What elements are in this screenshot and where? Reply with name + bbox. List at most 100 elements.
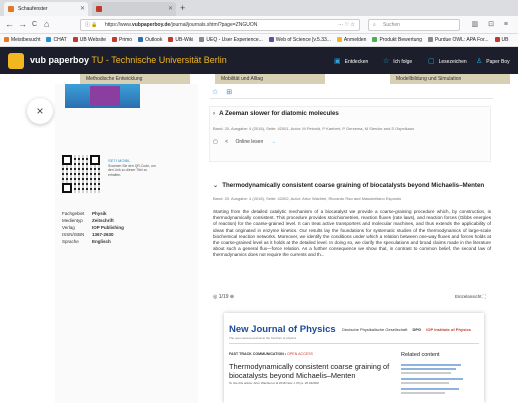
chevron-right-icon[interactable]: › <box>213 110 215 117</box>
journal-name: New Journal of Physics <box>229 324 336 335</box>
nav-lesezeichen[interactable]: ▢ Lesezeichen <box>428 57 467 65</box>
brand-name: vub paperboy <box>30 55 90 65</box>
toolbar-icons[interactable]: ▥ ⊡ ≡ <box>472 20 512 28</box>
tab-title: Schaufenster <box>18 6 48 12</box>
meta-value: 1367-2630 <box>92 232 114 237</box>
bookmark-label: Purdue OWL: APA For... <box>434 37 489 43</box>
bookmark-item[interactable]: Primo <box>112 34 133 46</box>
site-brand: vub paperboy TU - Technische Universität… <box>30 55 227 65</box>
fullscreen-toggle[interactable]: Einzelansicht ⛶ <box>455 294 486 299</box>
bookmark-label: Web of Science [v.5.33... <box>275 37 331 43</box>
category-tile[interactable]: Modellbildung und Simulation <box>390 74 510 84</box>
related-link[interactable] <box>401 378 463 380</box>
star-icon[interactable]: ☆ <box>212 89 218 96</box>
article-title[interactable]: ⌄ Thermodynamically consistent coarse gra… <box>213 182 484 189</box>
url-prefix: https://www. <box>105 22 132 28</box>
nav-paper-boy[interactable]: ♙ Paper Boy <box>476 57 510 65</box>
bookmark-icon: ▢ <box>428 58 435 65</box>
publisher-logos: Deutsche Physikalische Gesellschaft DPG … <box>342 327 471 332</box>
search-icon: ⌕ <box>373 22 376 28</box>
meta-value: Physik <box>92 211 107 216</box>
bookmark-favicon-icon <box>72 37 78 42</box>
new-tab-button[interactable]: + <box>180 3 185 13</box>
journal-tagline: The open access journal at the forefront… <box>229 336 297 340</box>
bookmark-favicon-icon <box>112 37 118 42</box>
related-link[interactable] <box>401 368 456 370</box>
bookmark-item[interactable]: UB-Wiki <box>168 34 193 46</box>
meta-value: Englisch <box>92 239 111 244</box>
zoom-icon[interactable]: ⊕ <box>230 294 234 300</box>
qr-finder <box>62 183 72 193</box>
search-input[interactable]: ⌕ Suchen <box>368 19 460 31</box>
bookmark-label: Meistbesucht <box>11 37 41 43</box>
pdf-citation: To cite this article: Artur Wachtel et a… <box>229 381 319 385</box>
discover-icon: ▣ <box>334 58 341 65</box>
bookmark-label: UB <box>501 37 509 43</box>
bookmark-item[interactable]: UB Website <box>72 34 106 46</box>
site-header: vub paperboy TU - Technische Universität… <box>0 47 518 74</box>
bookmark-favicon-icon <box>268 37 274 42</box>
reload-button[interactable]: C <box>32 19 37 30</box>
related-meta <box>401 372 451 374</box>
article-toolbar: ☆ ⊞ <box>212 88 232 96</box>
bookmark-label: UEQ - User Experience... <box>206 37 263 43</box>
forward-button[interactable]: → <box>18 19 27 30</box>
bookmark-item[interactable]: Web of Science [v.5.33... <box>268 34 331 46</box>
bookmark-label: Outlook <box>145 37 163 43</box>
meta-key: Medientyp <box>62 218 83 223</box>
bookmark-icon[interactable]: ▢ <box>213 139 218 145</box>
divider <box>229 343 479 344</box>
url-domain: vubpaperboy.de <box>131 22 171 28</box>
meta-key: Sprache <box>62 239 79 244</box>
qr-title: SETI MOBIL <box>108 158 131 163</box>
back-button[interactable]: ← <box>5 19 14 30</box>
chevron-down-icon[interactable]: ⌄ <box>213 182 218 189</box>
related-link[interactable] <box>401 388 459 390</box>
browser-tab-bar: Schaufenster ✕ ✕ + <box>0 0 518 16</box>
site-info-icon[interactable]: ⓘ 🔒 <box>85 20 98 30</box>
bookmark-item[interactable]: UEQ - User Experience... <box>199 34 263 46</box>
close-tab-icon[interactable]: ✕ <box>168 2 173 16</box>
category-tile[interactable]: Mobilität und Alltag <box>215 74 325 84</box>
article-meta: Band: 20, Ausgabe: 4 (2018), Seite: 4200… <box>213 126 415 131</box>
bookmark-item[interactable]: Outlook <box>138 34 163 46</box>
nav-ich-folge[interactable]: ☆ Ich folge <box>383 57 412 65</box>
fullscreen-icon: ⛶ <box>482 294 486 299</box>
close-button[interactable]: × <box>27 98 53 124</box>
related-meta <box>401 392 445 394</box>
nav-entdecken[interactable]: ▣ Entdecken <box>334 57 368 65</box>
read-online-link[interactable]: Online lesen → <box>235 139 275 145</box>
page-indicator[interactable]: ◎ 1/19 ⊕ <box>213 294 234 300</box>
meta-key: ISSN/ISBN <box>62 232 85 237</box>
page-actions-icon[interactable]: ··· ♡ ☆ <box>338 20 355 30</box>
bookmark-item[interactable]: Purdue OWL: APA For... <box>427 34 489 46</box>
bookmark-label: Produkt Bewertung <box>379 37 422 43</box>
address-bar[interactable]: ⓘ 🔒 https://www.vubpaperboy.de/journal/j… <box>80 19 360 31</box>
category-tile[interactable]: Methodische Entwicklung <box>80 74 190 84</box>
bookmark-item[interactable]: CHAT <box>46 34 67 46</box>
bookmark-item[interactable]: Meistbesucht <box>4 34 41 46</box>
home-button[interactable]: ⌂ <box>44 19 49 30</box>
article-title[interactable]: › A Zeeman slower for diatomic molecules <box>213 110 339 117</box>
close-tab-icon[interactable]: ✕ <box>80 2 85 16</box>
bookmark-label: CHAT <box>53 37 67 43</box>
bookmark-item[interactable]: UB <box>494 34 509 46</box>
meta-value: Zeitschrift <box>92 218 114 223</box>
bookmark-item[interactable]: Produkt Bewertung <box>372 34 422 46</box>
meta-key: Fachgebiet <box>62 211 85 216</box>
print-icon[interactable]: ⊞ <box>226 89 232 96</box>
browser-tab[interactable]: ✕ <box>92 2 176 16</box>
share-icon[interactable]: < <box>225 139 228 145</box>
bookmark-item[interactable]: Anmelden <box>336 34 366 46</box>
browser-tab[interactable]: Schaufenster ✕ <box>4 2 88 16</box>
bookmark-favicon-icon <box>199 37 205 42</box>
user-icon: ♙ <box>476 58 483 65</box>
article-meta: Band: 20, Ausgabe: 4 (2018), Seite: 4200… <box>213 196 402 201</box>
paperboy-logo[interactable] <box>8 53 24 69</box>
bookmark-favicon-icon <box>138 37 144 42</box>
related-link[interactable] <box>401 364 461 366</box>
bookmark-label: Primo <box>119 37 133 43</box>
star-icon: ☆ <box>383 58 390 65</box>
bookmarks-bar: Meistbesucht CHAT UB Website Primo Outlook UB… <box>0 34 518 47</box>
related-content-heading: Related content <box>401 352 440 358</box>
